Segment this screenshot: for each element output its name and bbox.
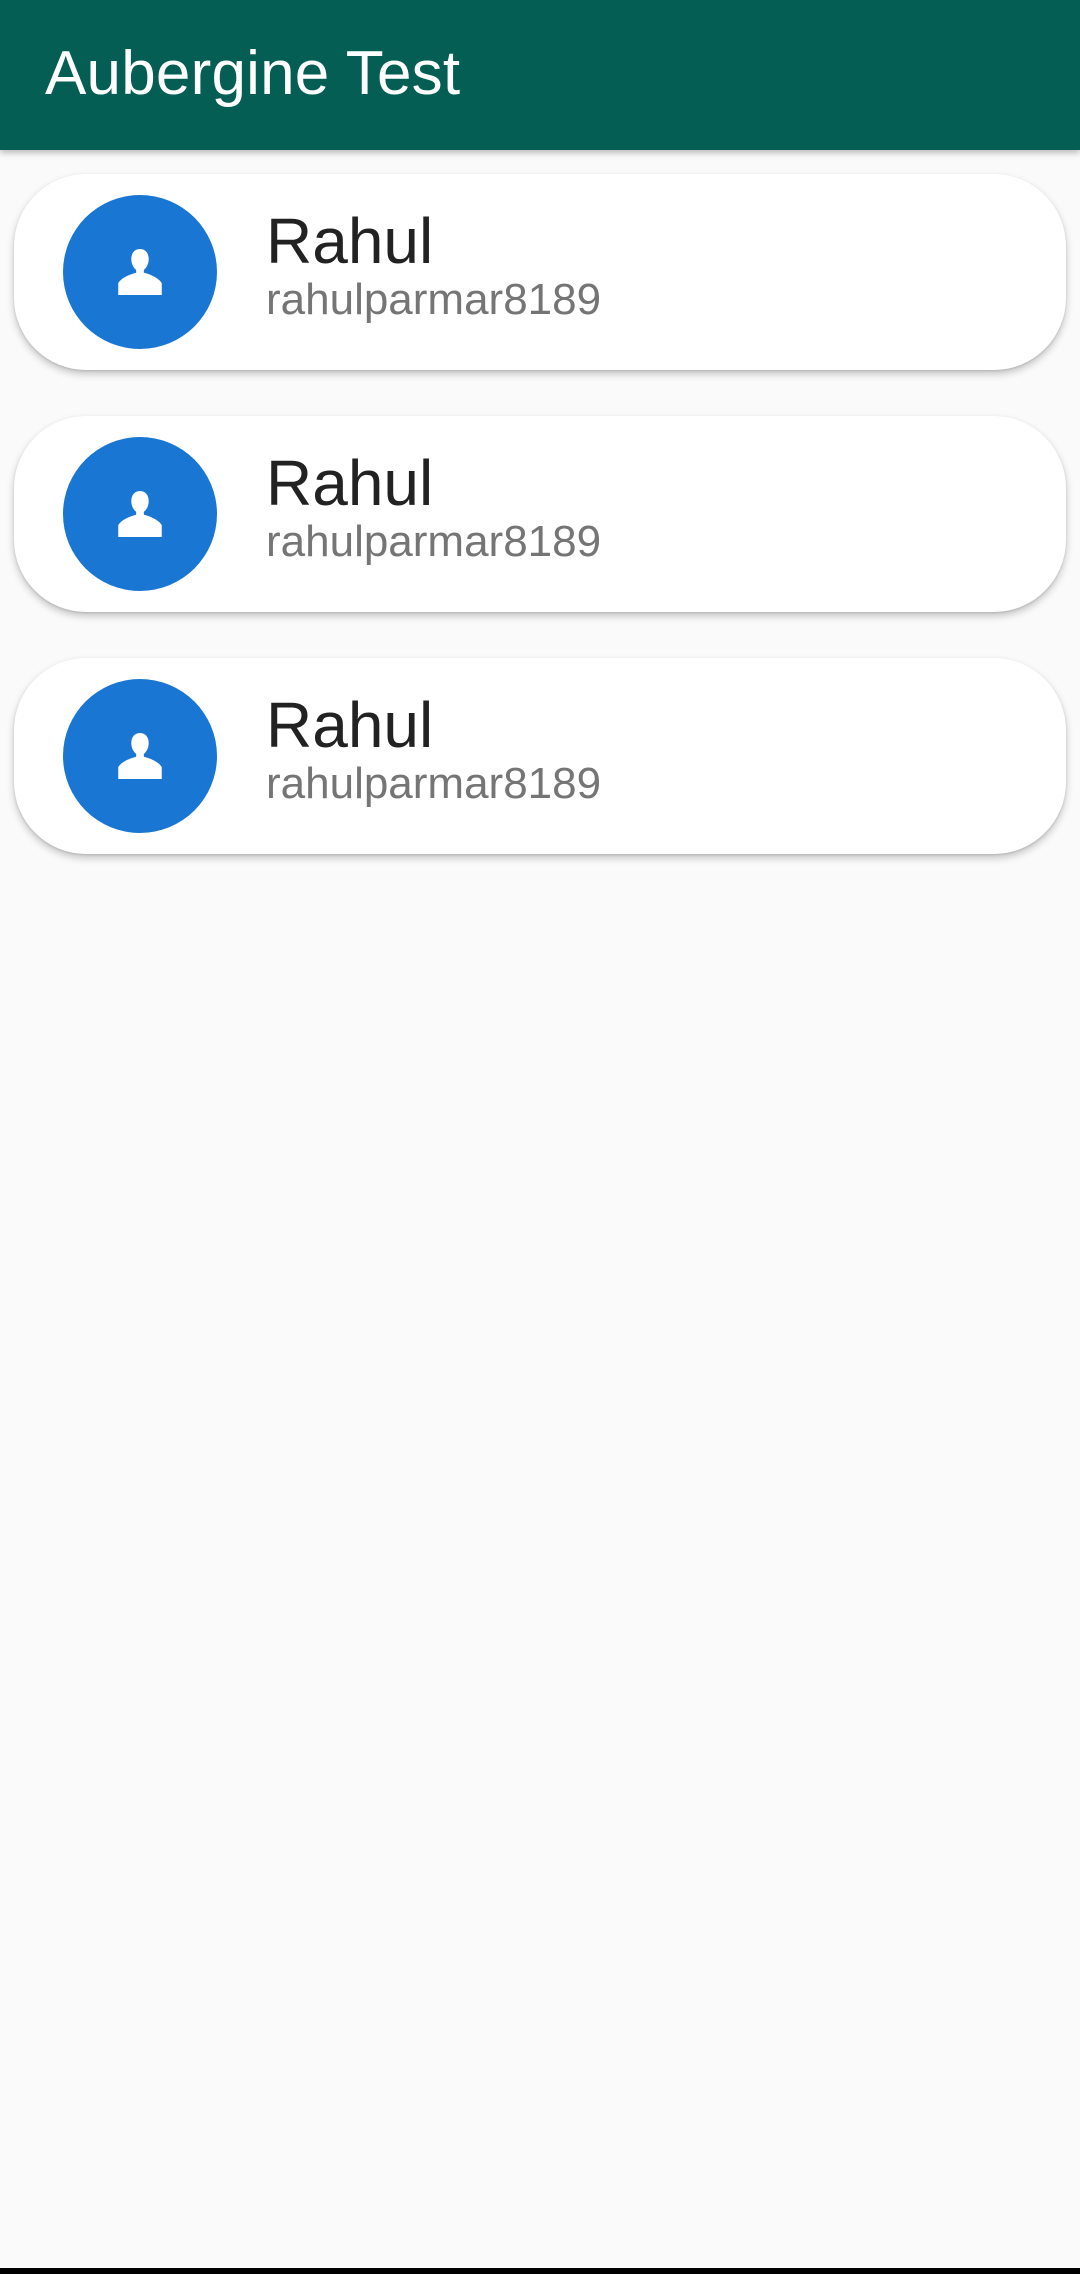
app-bar: Aubergine Test [0,0,1080,150]
user-card[interactable]: Rahul rahulparmar8189 [14,174,1066,370]
user-name: Rahul [266,689,434,761]
user-username: rahulparmar8189 [266,517,602,566]
user-name: Rahul [266,205,434,277]
user-name: Rahul [266,447,434,519]
avatar [63,437,217,591]
avatar [63,195,217,349]
user-card[interactable]: Rahul rahulparmar8189 [14,416,1066,612]
person-icon [118,733,162,779]
bottom-edge [0,2268,1080,2274]
user-card[interactable]: Rahul rahulparmar8189 [14,658,1066,854]
avatar [63,679,217,833]
person-icon [118,491,162,537]
user-username: rahulparmar8189 [266,275,602,324]
user-username: rahulparmar8189 [266,759,602,808]
person-icon [118,249,162,295]
app-title: Aubergine Test [45,39,461,108]
